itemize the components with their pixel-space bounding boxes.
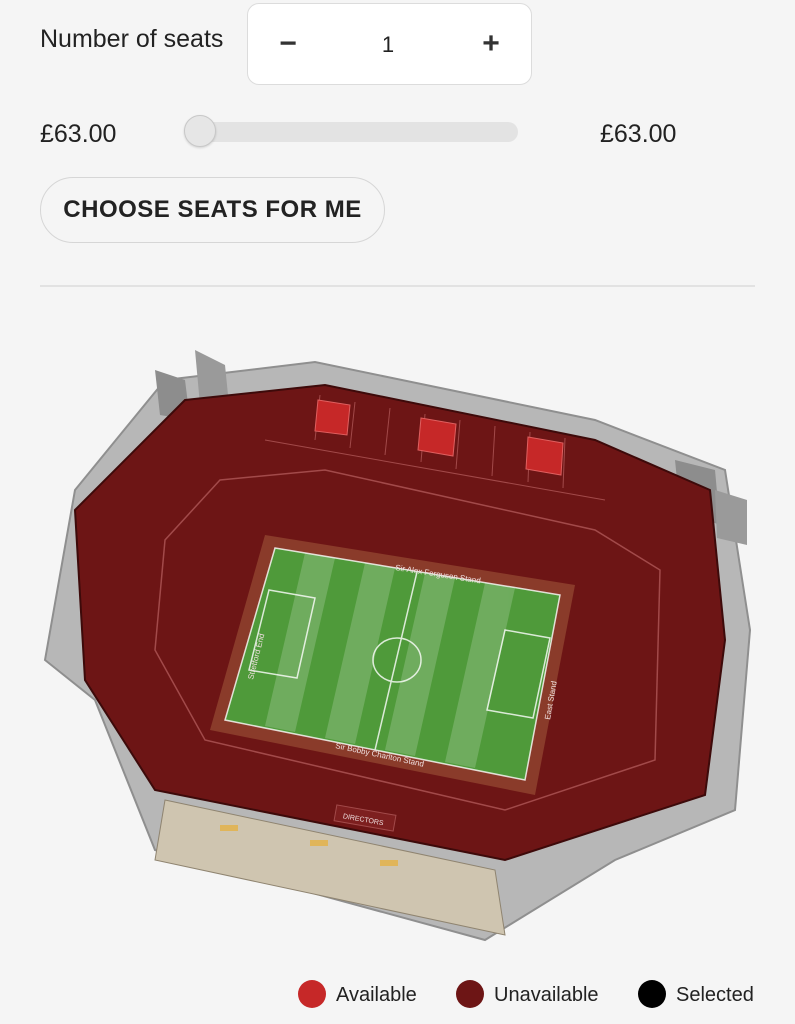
seats-label: Number of seats (40, 25, 224, 53)
seats-row: Number of seats − 1 + (0, 0, 795, 90)
choose-seats-button[interactable]: CHOOSE SEATS FOR ME (40, 177, 385, 243)
price-slider-thumb[interactable] (184, 115, 216, 147)
section-available[interactable] (525, 436, 564, 476)
legend-unavailable-label: Unavailable (494, 984, 599, 1006)
legend-selected-label: Selected (676, 984, 754, 1006)
seats-quantity[interactable]: 1 (338, 32, 438, 58)
selected-dot-icon (638, 980, 666, 1008)
divider (40, 285, 755, 287)
decrease-seats-button[interactable]: − (248, 4, 328, 84)
section-available[interactable] (314, 399, 351, 436)
tower-east (715, 490, 747, 545)
seats-stepper: − 1 + (247, 3, 532, 85)
stadium-map: Sir Alex Ferguson Stand Sir Bobby Charlt… (43, 350, 752, 942)
price-max: £63.00 (600, 120, 677, 148)
section-available[interactable] (417, 417, 457, 457)
increase-seats-button[interactable]: + (451, 4, 531, 84)
available-dot-icon (298, 980, 326, 1008)
unavailable-dot-icon (456, 980, 484, 1008)
legend: Available Unavailable Selected (0, 975, 795, 1015)
price-min: £63.00 (40, 120, 117, 148)
price-slider-track[interactable] (186, 122, 518, 142)
price-range: £63.00 £63.00 (0, 110, 795, 160)
legend-available-label: Available (336, 984, 417, 1006)
